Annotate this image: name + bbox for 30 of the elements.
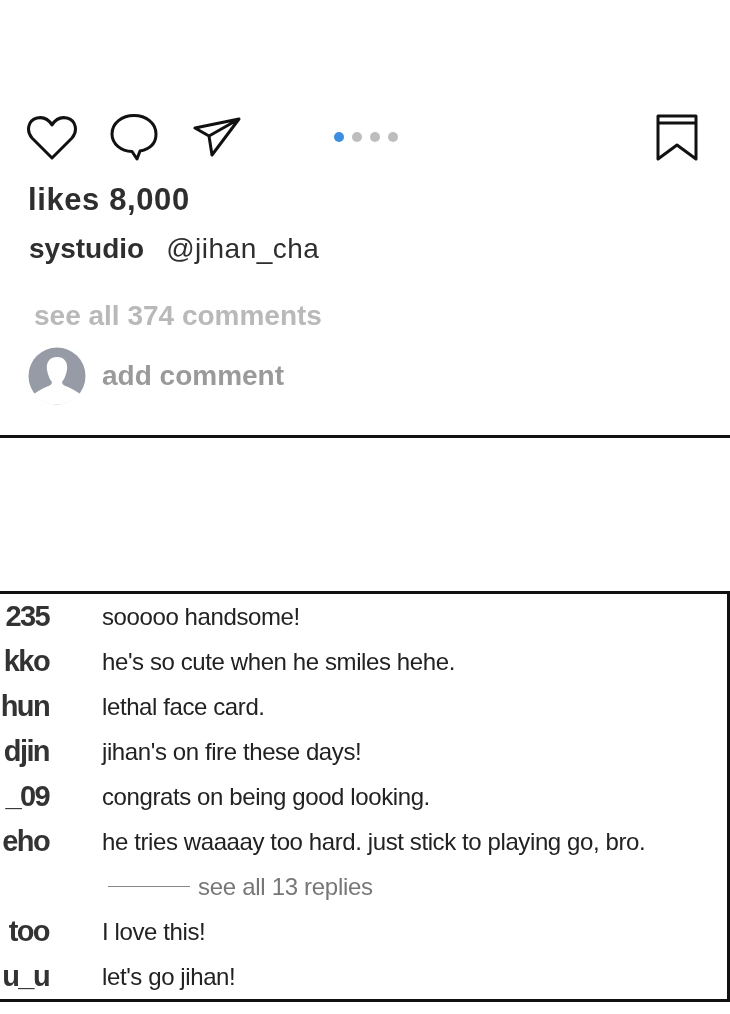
carousel-dot-icon[interactable]	[334, 132, 344, 142]
comment-username[interactable]: hun	[0, 690, 49, 723]
carousel-dot-icon[interactable]	[352, 132, 362, 142]
comment-username[interactable]: 235	[0, 600, 49, 633]
comment-username[interactable]: u_u	[0, 960, 49, 993]
comment-text: jihan's on fire these days!	[102, 737, 362, 766]
comment-text: congrats on being good looking.	[102, 782, 430, 811]
comment-input-field[interactable]: add comment	[102, 358, 362, 394]
comment-username[interactable]: too	[0, 915, 49, 948]
comment-text: he's so cute when he smiles hehe.	[102, 647, 455, 676]
avatar-icon	[28, 347, 86, 405]
comment-username[interactable]: eho	[0, 825, 49, 858]
comment-username[interactable]: djin	[0, 735, 49, 768]
carousel-dot-icon[interactable]	[388, 132, 398, 142]
speech-bubble-icon[interactable]	[110, 113, 158, 161]
paper-plane-icon[interactable]	[193, 117, 241, 157]
comment-username[interactable]: _09	[0, 780, 49, 813]
comment-text: lethal face card.	[102, 692, 265, 721]
heart-icon[interactable]	[27, 114, 77, 160]
comment-text: let's go jihan!	[102, 962, 236, 991]
comment-text: he tries waaaay too hard. just stick to playing go, bro.	[102, 827, 646, 856]
caption-username[interactable]: systudio	[29, 231, 145, 267]
comment-username[interactable]: kko	[0, 645, 49, 678]
carousel-dot-icon[interactable]	[370, 132, 380, 142]
view-replies-link[interactable]: see all 13 replies	[198, 872, 373, 901]
comment-text: I love this!	[102, 917, 206, 946]
likes-count: likes 8,000	[27, 181, 191, 219]
comment-text: sooooo handsome!	[102, 602, 300, 631]
mention-link[interactable]: @jihan_cha	[166, 231, 320, 267]
bookmark-icon[interactable]	[656, 113, 698, 161]
